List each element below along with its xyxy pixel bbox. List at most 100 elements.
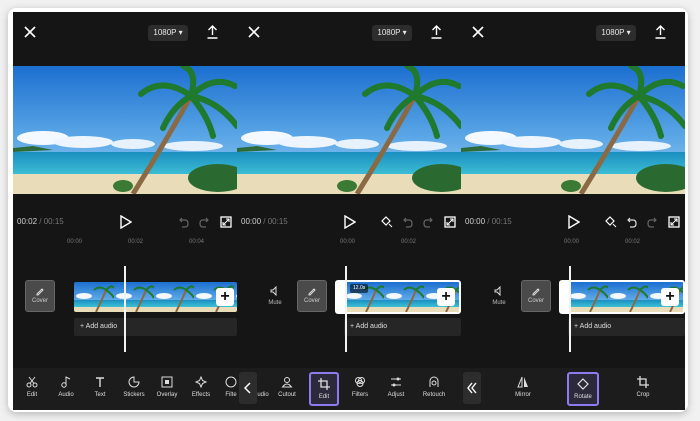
cover-button[interactable]: Cover [25, 280, 55, 312]
fullscreen-icon[interactable] [444, 216, 456, 228]
back-button[interactable] [463, 372, 481, 404]
add-clip-button[interactable]: + [216, 288, 234, 306]
resolution-dropdown[interactable]: 1080P ▾ [372, 25, 412, 41]
undo-icon[interactable] [179, 216, 189, 228]
ruler-mark: 00:02 [401, 239, 417, 245]
play-icon[interactable] [568, 215, 580, 229]
back-button[interactable] [239, 372, 257, 404]
close-icon[interactable] [24, 26, 36, 38]
resolution-dropdown[interactable]: 1080P ▾ [596, 25, 636, 41]
top-bar: 1080P ▾ [237, 12, 461, 54]
undo-icon[interactable] [627, 216, 637, 228]
cover-button[interactable]: Cover [521, 280, 551, 312]
playback-controls: 00:00 / 00:15 [237, 212, 461, 232]
tool-adjust[interactable]: Adjust [383, 372, 409, 406]
tool-label: Adjust [387, 392, 405, 398]
tool-label: Text [94, 392, 106, 398]
resolution-dropdown[interactable]: 1080P ▾ [148, 25, 188, 41]
audio-icon [257, 376, 269, 388]
rotate-icon [577, 378, 589, 390]
tool-label: Stickers [123, 392, 145, 398]
tool-filters[interactable]: Filte [221, 372, 237, 406]
close-icon[interactable] [472, 26, 484, 38]
tool-text[interactable]: Text [87, 372, 113, 406]
add-clip-button[interactable]: + [437, 288, 455, 306]
adjust-sliders-icon [391, 377, 401, 387]
mute-button[interactable]: Mute [487, 286, 511, 306]
current-time: 00:02 [17, 217, 38, 226]
mute-button[interactable]: Mute [263, 286, 287, 306]
tool-mirror[interactable]: Mirror [509, 372, 537, 406]
tool-audio-partial[interactable]: udio [257, 372, 269, 406]
tool-label: Edit [26, 392, 38, 398]
fullscreen-icon[interactable] [668, 216, 680, 228]
tool-retouch[interactable]: Retouch [419, 372, 449, 406]
playhead[interactable] [569, 266, 571, 352]
tool-stickers[interactable]: Stickers [119, 372, 149, 406]
time-separator: / [485, 217, 492, 226]
tool-label: Cutout [278, 392, 296, 398]
tool-label: Audio [58, 392, 74, 398]
time-ruler: 00:00 00:02 [461, 238, 685, 248]
tool-edit[interactable]: Edit [19, 372, 45, 406]
add-audio-track[interactable]: + Add audio [344, 318, 461, 336]
tool-cutout[interactable]: Cutout [275, 372, 299, 406]
mute-label: Mute [268, 300, 282, 306]
play-icon[interactable] [120, 215, 132, 229]
total-time: 00:15 [491, 217, 512, 226]
export-icon[interactable] [207, 25, 218, 39]
time-separator: / [37, 217, 44, 226]
tool-effects[interactable]: Effects [187, 372, 215, 406]
export-icon[interactable] [431, 25, 442, 39]
tool-label: udio [257, 392, 269, 398]
redo-icon[interactable] [647, 216, 657, 228]
crop-icon [637, 376, 649, 388]
ruler-mark: 00:02 [625, 239, 641, 245]
tool-crop[interactable]: Crop [629, 372, 657, 406]
close-icon[interactable] [248, 26, 260, 38]
undo-icon[interactable] [403, 216, 413, 228]
add-audio-track[interactable]: + Add audio [568, 318, 685, 336]
export-icon[interactable] [655, 25, 666, 39]
keyframe-icon[interactable] [605, 216, 617, 228]
keyframe-icon[interactable] [381, 216, 393, 228]
timecode: 00:00 / 00:15 [465, 217, 512, 226]
bottom-toolbar: udio Cutout Edit Filters Adjust Retouch [237, 368, 461, 410]
redo-icon[interactable] [423, 216, 433, 228]
add-audio-track[interactable]: + Add audio [74, 318, 237, 336]
video-preview [237, 66, 461, 194]
tool-edit-selected[interactable]: Edit [309, 372, 339, 406]
mirror-icon [517, 376, 528, 388]
redo-icon[interactable] [199, 216, 209, 228]
tool-filters[interactable]: Filters [347, 372, 373, 406]
add-clip-button[interactable]: + [661, 288, 679, 306]
resolution-label: 1080P [377, 28, 401, 37]
timecode: 00:00 / 00:15 [241, 217, 288, 226]
cover-label: Cover [527, 298, 544, 304]
cover-button[interactable]: Cover [297, 280, 327, 312]
playback-controls: 00:00 / 00:15 [461, 212, 685, 232]
time-separator: / [261, 217, 268, 226]
playback-controls: 00:02 / 00:15 [13, 212, 237, 232]
current-time: 00:00 [241, 217, 262, 226]
tool-label: Filte [225, 392, 237, 398]
time-ruler: 00:00 00:02 00:04 [13, 238, 237, 248]
playhead[interactable] [124, 266, 126, 352]
crop-icon [318, 378, 330, 390]
play-icon[interactable] [344, 215, 356, 229]
top-bar: 1080P ▾ [461, 12, 685, 54]
tool-overlay[interactable]: Overlay [153, 372, 181, 406]
chevron-left-icon [244, 382, 251, 394]
playhead[interactable] [345, 266, 347, 352]
editor-panel-edit-menu: 1080P ▾ 00:00 / 00:15 00:00 00:02 Mute C… [237, 12, 461, 410]
tool-audio[interactable]: Audio [53, 372, 79, 406]
timecode: 00:02 / 00:15 [17, 217, 64, 226]
editor-panel-rotate-menu: 1080P ▾ 00:00 / 00:15 00:00 00:02 Mute C… [461, 12, 685, 410]
tool-rotate-selected[interactable]: Rotate [567, 372, 599, 406]
fullscreen-icon[interactable] [220, 216, 232, 228]
tool-label: Filters [351, 392, 369, 398]
video-clip-strip[interactable] [74, 282, 237, 312]
bottom-toolbar: Edit Audio Text Stickers Overlay Effects… [13, 368, 237, 410]
editor-panel-timeline: 1080P ▾ 00:02 / 00:15 00:00 00:02 00:04 … [13, 12, 237, 410]
ruler-mark: 00:00 [564, 239, 580, 245]
